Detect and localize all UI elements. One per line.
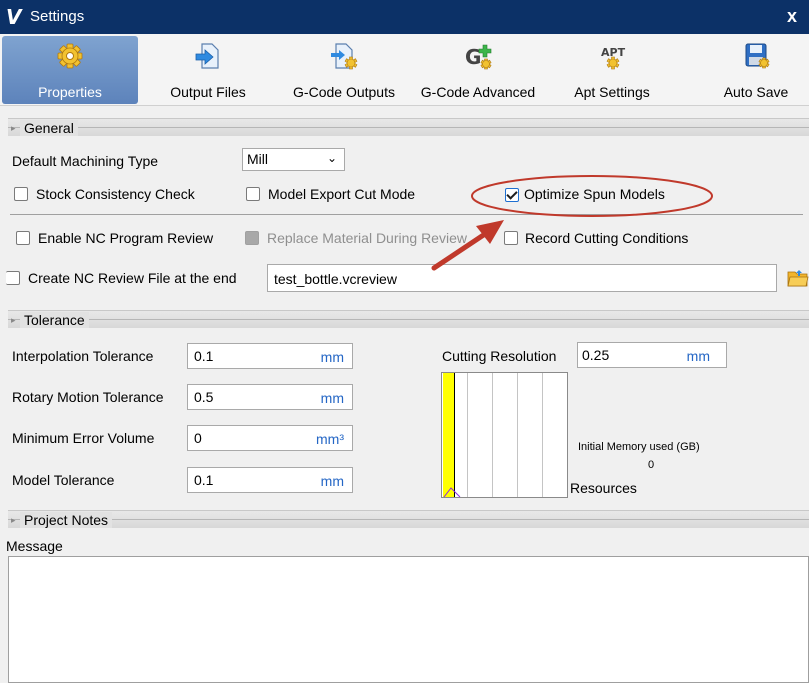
interpolation-tolerance-value: 0.1 <box>194 348 214 364</box>
tab-output-files-label: Output Files <box>170 84 246 100</box>
settings-toolbar: Properties Output Files G-Code Outputs G… <box>0 34 809 106</box>
replace-material-checkbox[interactable] <box>245 231 259 245</box>
project-notes-group-header[interactable]: ▸ Project Notes <box>8 510 809 528</box>
general-group-header[interactable]: ▸ General <box>8 118 809 136</box>
resources-label: Resources <box>570 480 637 496</box>
tab-apt-settings[interactable]: APT Apt Settings <box>560 36 664 104</box>
gear-icon <box>57 43 83 69</box>
create-review-file-checkbox[interactable] <box>6 271 20 285</box>
machining-type-label: Default Machining Type <box>12 153 159 169</box>
tab-gcode-advanced[interactable]: G G-Code Advanced <box>410 36 546 104</box>
tab-gcode-outputs-label: G-Code Outputs <box>293 84 395 100</box>
save-disk-icon <box>745 43 770 69</box>
resource-usage-bar <box>443 373 455 497</box>
general-group-title: General <box>20 120 78 136</box>
folder-browse-icon[interactable] <box>787 268 809 288</box>
tab-output-files[interactable]: Output Files <box>156 36 260 104</box>
collapse-icon: ▸ <box>11 515 16 525</box>
stock-consistency-label: Stock Consistency Check <box>36 186 195 202</box>
collapse-icon: ▸ <box>11 123 16 133</box>
min-error-volume-input[interactable]: 0 mm³ <box>187 425 353 451</box>
model-tolerance-value: 0.1 <box>194 472 214 488</box>
message-textarea[interactable] <box>8 556 809 683</box>
review-file-name-value: test_bottle.vcreview <box>274 271 397 287</box>
annotation-overlay <box>431 175 713 271</box>
apt-gear-icon: APT <box>601 46 626 70</box>
collapse-icon: ▸ <box>11 315 16 325</box>
file-arrow-icon <box>195 43 219 69</box>
tab-auto-save[interactable]: Auto Save <box>708 36 804 104</box>
stock-consistency-checkbox[interactable] <box>14 187 28 201</box>
tab-apt-settings-label: Apt Settings <box>574 84 650 100</box>
app-logo: V <box>6 5 22 29</box>
window-title: Settings <box>30 8 85 25</box>
resource-marker-icon <box>443 487 461 497</box>
machining-type-value: Mill <box>247 151 268 167</box>
interpolation-tolerance-unit: mm <box>320 349 344 365</box>
initial-memory-value: 0 <box>648 459 655 471</box>
tolerance-group-header[interactable]: ▸ Tolerance <box>8 310 809 328</box>
interpolation-tolerance-input[interactable]: 0.1 mm <box>187 343 353 369</box>
rotary-tolerance-value: 0.5 <box>194 389 214 405</box>
model-export-label: Model Export Cut Mode <box>268 186 416 202</box>
tab-properties-label: Properties <box>38 84 102 100</box>
tab-gcode-outputs[interactable]: G-Code Outputs <box>280 36 408 104</box>
min-error-volume-label: Minimum Error Volume <box>12 430 155 446</box>
title-bar: V Settings x <box>0 0 809 34</box>
cutting-resolution-unit: mm <box>686 348 710 364</box>
chevron-down-icon: ⌄ <box>326 151 337 165</box>
close-button[interactable]: x <box>787 6 797 26</box>
rotary-tolerance-unit: mm <box>320 390 344 406</box>
min-error-volume-value: 0 <box>194 430 202 446</box>
rotary-tolerance-label: Rotary Motion Tolerance <box>12 389 164 405</box>
model-tolerance-input[interactable]: 0.1 mm <box>187 467 353 493</box>
machining-type-select[interactable]: Mill ⌄ <box>242 148 345 171</box>
svg-text:G: G <box>465 45 481 69</box>
file-gear-icon <box>331 43 358 70</box>
create-review-file-label: Create NC Review File at the end <box>28 270 237 286</box>
cutting-resolution-input[interactable]: 0.25 mm <box>577 342 727 368</box>
enable-nc-review-label: Enable NC Program Review <box>38 230 214 246</box>
cutting-resolution-value: 0.25 <box>582 347 610 363</box>
tolerance-group-title: Tolerance <box>20 312 89 328</box>
message-label: Message <box>6 538 63 554</box>
interpolation-tolerance-label: Interpolation Tolerance <box>12 348 154 364</box>
tab-auto-save-label: Auto Save <box>723 84 789 100</box>
project-notes-group-title: Project Notes <box>20 512 113 528</box>
initial-memory-label: Initial Memory used (GB) <box>578 441 700 453</box>
min-error-volume-unit: mm³ <box>316 431 344 447</box>
g-code-plus-icon: G <box>465 44 492 70</box>
model-tolerance-unit: mm <box>320 473 344 489</box>
resources-chart <box>441 372 568 498</box>
tab-properties[interactable]: Properties <box>2 36 138 104</box>
cutting-resolution-label: Cutting Resolution <box>442 348 557 364</box>
model-tolerance-label: Model Tolerance <box>12 472 115 488</box>
enable-nc-review-checkbox[interactable] <box>16 231 30 245</box>
tab-gcode-advanced-label: G-Code Advanced <box>420 84 536 100</box>
rotary-tolerance-input[interactable]: 0.5 mm <box>187 384 353 410</box>
model-export-checkbox[interactable] <box>246 187 260 201</box>
